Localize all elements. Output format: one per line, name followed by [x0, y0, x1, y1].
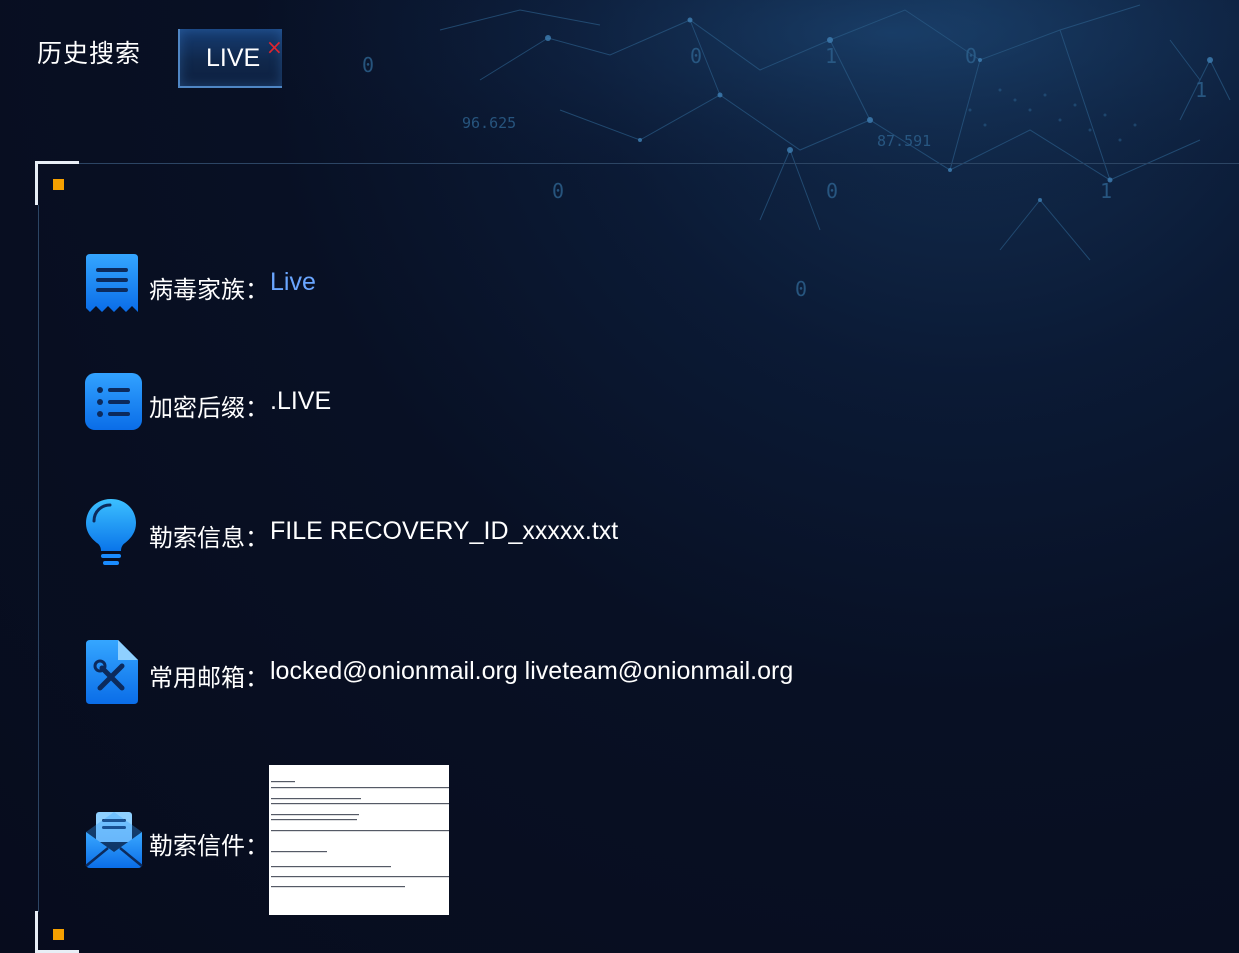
panel-border-left	[38, 205, 39, 912]
bg-digit: 1	[1100, 179, 1112, 203]
search-tag-live[interactable]: LIVE ×	[178, 29, 283, 88]
bg-digit: 0	[965, 44, 977, 68]
bg-digit: 0	[826, 179, 838, 203]
corner-marker-bottom	[53, 929, 64, 940]
bg-digit: 1	[1195, 78, 1207, 102]
ransom-letter-image	[271, 781, 449, 888]
bg-digit: 0	[690, 44, 702, 68]
mail-icon	[85, 812, 143, 868]
bg-digit: 0	[552, 179, 564, 203]
list-icon	[85, 373, 142, 430]
virus-family-value: Live	[270, 268, 316, 296]
bg-number: 87.591	[877, 132, 931, 150]
panel-border-top	[79, 163, 1239, 164]
bg-digit: 1	[825, 44, 837, 68]
ransom-letter-label: 勒索信件：	[149, 832, 269, 860]
close-icon[interactable]: ×	[266, 37, 283, 57]
encrypted-extension-label: 加密后缀：	[149, 394, 269, 422]
common-emails-label: 常用邮箱：	[149, 664, 269, 692]
history-search-title: 历史搜索	[37, 39, 142, 68]
search-tag-label: LIVE	[206, 44, 261, 72]
ransom-letter-thumbnail[interactable]	[269, 765, 449, 915]
page: 0 0 1 0 96.625 87.591 0 0 1 0 1 历史搜索 LIV…	[0, 0, 1239, 953]
bg-digit: 0	[795, 277, 807, 301]
common-emails-value: locked@onionmail.org liveteam@onionmail.…	[270, 657, 794, 685]
bg-digit: 0	[362, 53, 374, 77]
ransom-info-label: 勒索信息：	[149, 524, 269, 552]
bg-number: 96.625	[462, 114, 516, 132]
corner-marker-top	[53, 179, 64, 190]
encrypted-extension-value: .LIVE	[270, 387, 332, 415]
ransom-info-value: FILE RECOVERY_ID_xxxxx.txt	[270, 517, 619, 545]
file-tools-icon	[86, 640, 138, 704]
virus-family-label: 病毒家族：	[149, 276, 269, 304]
lightbulb-icon	[86, 499, 136, 565]
document-icon	[86, 254, 138, 312]
